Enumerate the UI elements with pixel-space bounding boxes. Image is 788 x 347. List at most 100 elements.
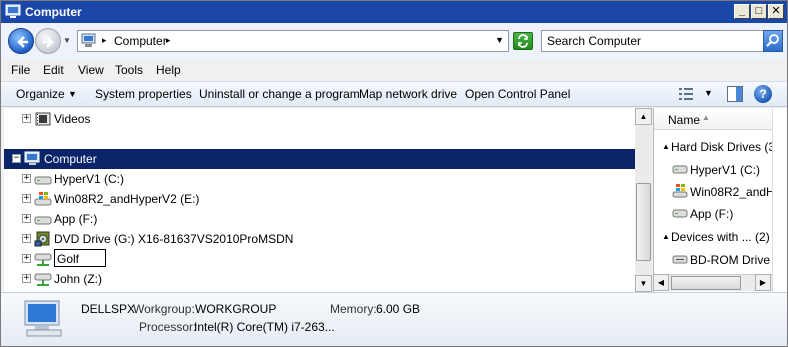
collapse-group-icon[interactable]: ▲ — [662, 142, 670, 151]
window-title: Computer — [25, 5, 82, 19]
computer-icon — [5, 4, 21, 18]
search-icon — [766, 34, 779, 47]
tree-item-label: DVD Drive (G:) X16-81637VS2010ProMSDN — [54, 232, 294, 246]
column-header-name[interactable]: Name ▲ — [654, 108, 772, 130]
sort-ascending-icon: ▲ — [702, 113, 710, 122]
expand-icon[interactable]: + — [22, 174, 31, 183]
hard-drive-icon — [34, 216, 52, 225]
group-label: Hard Disk Drives (3) — [671, 140, 772, 154]
search-input[interactable]: Search Computer — [541, 30, 764, 52]
system-properties-button[interactable]: System properties — [95, 87, 192, 101]
menu-help[interactable]: Help — [156, 63, 181, 77]
windows-drive-icon — [672, 184, 688, 198]
content-item-label: App (F:) — [690, 207, 734, 221]
tree-item-label: John (Z:) — [54, 272, 103, 286]
dvd-drive-icon — [34, 231, 50, 247]
tree-item-label: App (F:) — [54, 212, 98, 226]
network-drive-icon — [34, 253, 52, 266]
scroll-thumb[interactable] — [671, 276, 741, 290]
expand-icon[interactable]: + — [22, 234, 31, 243]
rename-text: Golf — [57, 252, 80, 266]
tree-item-drive-z[interactable]: + John (Z:) — [4, 269, 635, 289]
menu-edit[interactable]: Edit — [43, 63, 64, 77]
expand-icon[interactable]: + — [22, 194, 31, 203]
processor-label: Processor: — [139, 320, 197, 334]
expand-icon[interactable]: + — [22, 254, 31, 263]
menu-view[interactable]: View — [78, 63, 104, 77]
menu-file[interactable]: File — [11, 63, 30, 77]
content-pane[interactable]: Name ▲ ▲ Hard Disk Drives (3) HyperV1 (C… — [653, 108, 772, 292]
breadcrumb-computer[interactable]: Computer — [114, 34, 167, 48]
content-item-label: HyperV1 (C:) — [690, 163, 761, 177]
scroll-right-button[interactable]: ▶ — [755, 274, 771, 291]
processor-value: Intel(R) Core(TM) i7-263... — [194, 320, 335, 334]
content-vertical-scrollbar[interactable] — [772, 108, 787, 292]
help-icon[interactable]: ? — [754, 85, 772, 103]
details-pane: DELLSPX Workgroup: WORKGROUP Memory: 6.0… — [1, 292, 787, 346]
expand-icon[interactable]: + — [22, 114, 31, 123]
view-options-icon[interactable] — [677, 86, 695, 102]
navigation-scrollbar[interactable]: ▲ ▼ — [635, 108, 652, 292]
tree-item-dvd-drive[interactable]: + DVD Drive (G:) X16-81637VS2010ProMSDN — [4, 229, 635, 249]
explorer-window: Computer _ □ ✕ ▼ ▸ Computer ▸ ▼ Search C… — [0, 0, 788, 347]
menu-tools[interactable]: Tools — [115, 63, 143, 77]
content-item-label: Win08R2_andHy — [690, 185, 772, 199]
forward-arrow-icon — [43, 36, 54, 48]
preview-pane-icon[interactable] — [727, 86, 743, 102]
collapse-group-icon[interactable]: ▲ — [662, 232, 670, 241]
tree-item-drive-f[interactable]: + App (F:) — [4, 209, 635, 229]
forward-button[interactable] — [35, 28, 61, 54]
address-bar[interactable]: ▸ Computer ▸ ▼ — [77, 30, 509, 52]
navigation-pane[interactable]: + Videos − Computer + HyperV1 (C:) + Win… — [4, 108, 652, 292]
tree-item-golf[interactable]: + Golf — [4, 249, 635, 269]
scroll-thumb[interactable] — [636, 183, 651, 261]
scroll-down-button[interactable]: ▼ — [635, 275, 652, 292]
computer-icon — [81, 33, 96, 47]
back-arrow-icon — [17, 36, 28, 48]
optical-drive-icon — [672, 255, 688, 264]
content-item-label: BD-ROM Drive (D — [690, 253, 772, 267]
refresh-button[interactable] — [513, 32, 533, 50]
close-button[interactable]: ✕ — [768, 4, 784, 19]
expand-icon[interactable]: + — [22, 274, 31, 283]
windows-drive-icon — [34, 192, 52, 206]
tree-item-label: Win08R2_andHyperV2 (E:) — [54, 192, 200, 206]
hard-drive-icon — [672, 165, 688, 174]
memory-value: 6.00 GB — [376, 302, 421, 316]
open-control-panel-button[interactable]: Open Control Panel — [465, 87, 570, 101]
tree-item-drive-c[interactable]: + HyperV1 (C:) — [4, 169, 635, 189]
refresh-icon — [518, 34, 528, 48]
scroll-left-button[interactable]: ◀ — [653, 274, 669, 291]
network-drive-icon — [34, 273, 52, 286]
tree-item-label: HyperV1 (C:) — [54, 172, 125, 186]
organize-button[interactable]: Organize — [16, 87, 65, 101]
view-dropdown-icon[interactable]: ▼ — [704, 88, 713, 98]
tree-item-computer[interactable]: − Computer — [4, 149, 635, 169]
title-bar[interactable]: Computer _ □ ✕ — [1, 1, 787, 23]
tree-item-drive-e[interactable]: + Win08R2_andHyperV2 (E:) — [4, 189, 635, 209]
uninstall-program-button[interactable]: Uninstall or change a program — [199, 87, 360, 101]
collapse-icon[interactable]: − — [12, 154, 21, 163]
address-dropdown-icon[interactable]: ▼ — [495, 35, 504, 45]
tree-item-videos[interactable]: + Videos — [4, 109, 635, 129]
map-network-drive-button[interactable]: Map network drive — [359, 87, 457, 101]
organize-dropdown-icon[interactable]: ▼ — [68, 89, 77, 99]
breadcrumb-arrow-icon[interactable]: ▸ — [166, 35, 171, 46]
search-button[interactable] — [763, 30, 783, 52]
minimize-button[interactable]: _ — [734, 4, 750, 19]
breadcrumb-arrow-icon[interactable]: ▸ — [102, 35, 107, 46]
hard-drive-icon — [34, 176, 52, 185]
hard-drive-icon — [672, 209, 688, 218]
scroll-up-button[interactable]: ▲ — [635, 108, 652, 125]
maximize-button[interactable]: □ — [751, 4, 767, 19]
recent-pages-dropdown-icon[interactable]: ▼ — [63, 36, 71, 45]
content-horizontal-scrollbar[interactable]: ◀ ▶ — [653, 274, 772, 291]
address-row: ▼ ▸ Computer ▸ ▼ Search Computer — [1, 23, 787, 59]
expand-icon[interactable]: + — [22, 214, 31, 223]
computer-icon — [24, 300, 62, 337]
rename-input[interactable]: Golf — [54, 249, 106, 267]
computer-name: DELLSPX — [81, 302, 136, 316]
back-button[interactable] — [8, 28, 34, 54]
memory-label: Memory: — [330, 302, 377, 316]
group-label: Devices with ... (2) — [671, 230, 770, 244]
